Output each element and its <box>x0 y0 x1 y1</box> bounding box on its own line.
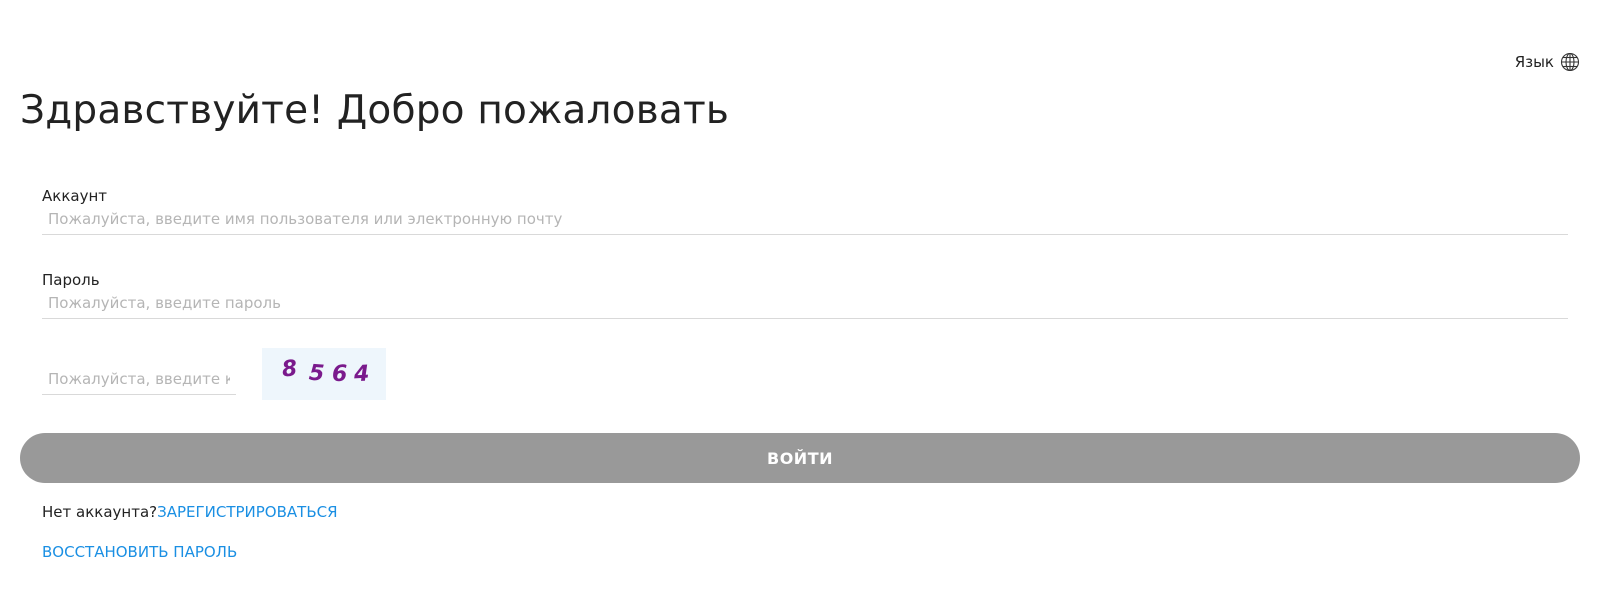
register-link[interactable]: ЗАРЕГИСТРИРОВАТЬСЯ <box>157 503 337 521</box>
language-label: Язык <box>1514 53 1554 71</box>
captcha-digit: 5 <box>308 361 325 387</box>
globe-icon <box>1560 52 1580 72</box>
captcha-digit: 6 <box>332 362 347 387</box>
captcha-digit: 8 <box>281 356 299 382</box>
account-label: Аккаунт <box>42 187 107 205</box>
restore-password-line: ВОССТАНОВИТЬ ПАРОЛЬ <box>42 543 237 561</box>
login-button[interactable]: ВОЙТИ <box>20 433 1580 483</box>
captcha-input[interactable] <box>42 361 236 395</box>
password-input[interactable] <box>42 290 1568 319</box>
register-line: Нет аккаунта?ЗАРЕГИСТРИРОВАТЬСЯ <box>42 503 338 521</box>
captcha-digit: 4 <box>352 362 370 388</box>
account-field-group: Аккаунт <box>42 186 1568 235</box>
captcha-row: 8 5 6 4 <box>42 348 386 400</box>
account-input[interactable] <box>42 206 1568 235</box>
login-page: Язык Здравствуйте! Добро пожаловать Акка… <box>0 0 1600 605</box>
page-title: Здравствуйте! Добро пожаловать <box>20 88 730 133</box>
password-field-group: Пароль <box>42 270 1568 319</box>
password-label: Пароль <box>42 271 100 289</box>
restore-password-link[interactable]: ВОССТАНОВИТЬ ПАРОЛЬ <box>42 543 237 561</box>
captcha-image[interactable]: 8 5 6 4 <box>262 348 386 400</box>
language-selector[interactable]: Язык <box>1515 52 1580 72</box>
no-account-text: Нет аккаунта? <box>42 503 158 521</box>
